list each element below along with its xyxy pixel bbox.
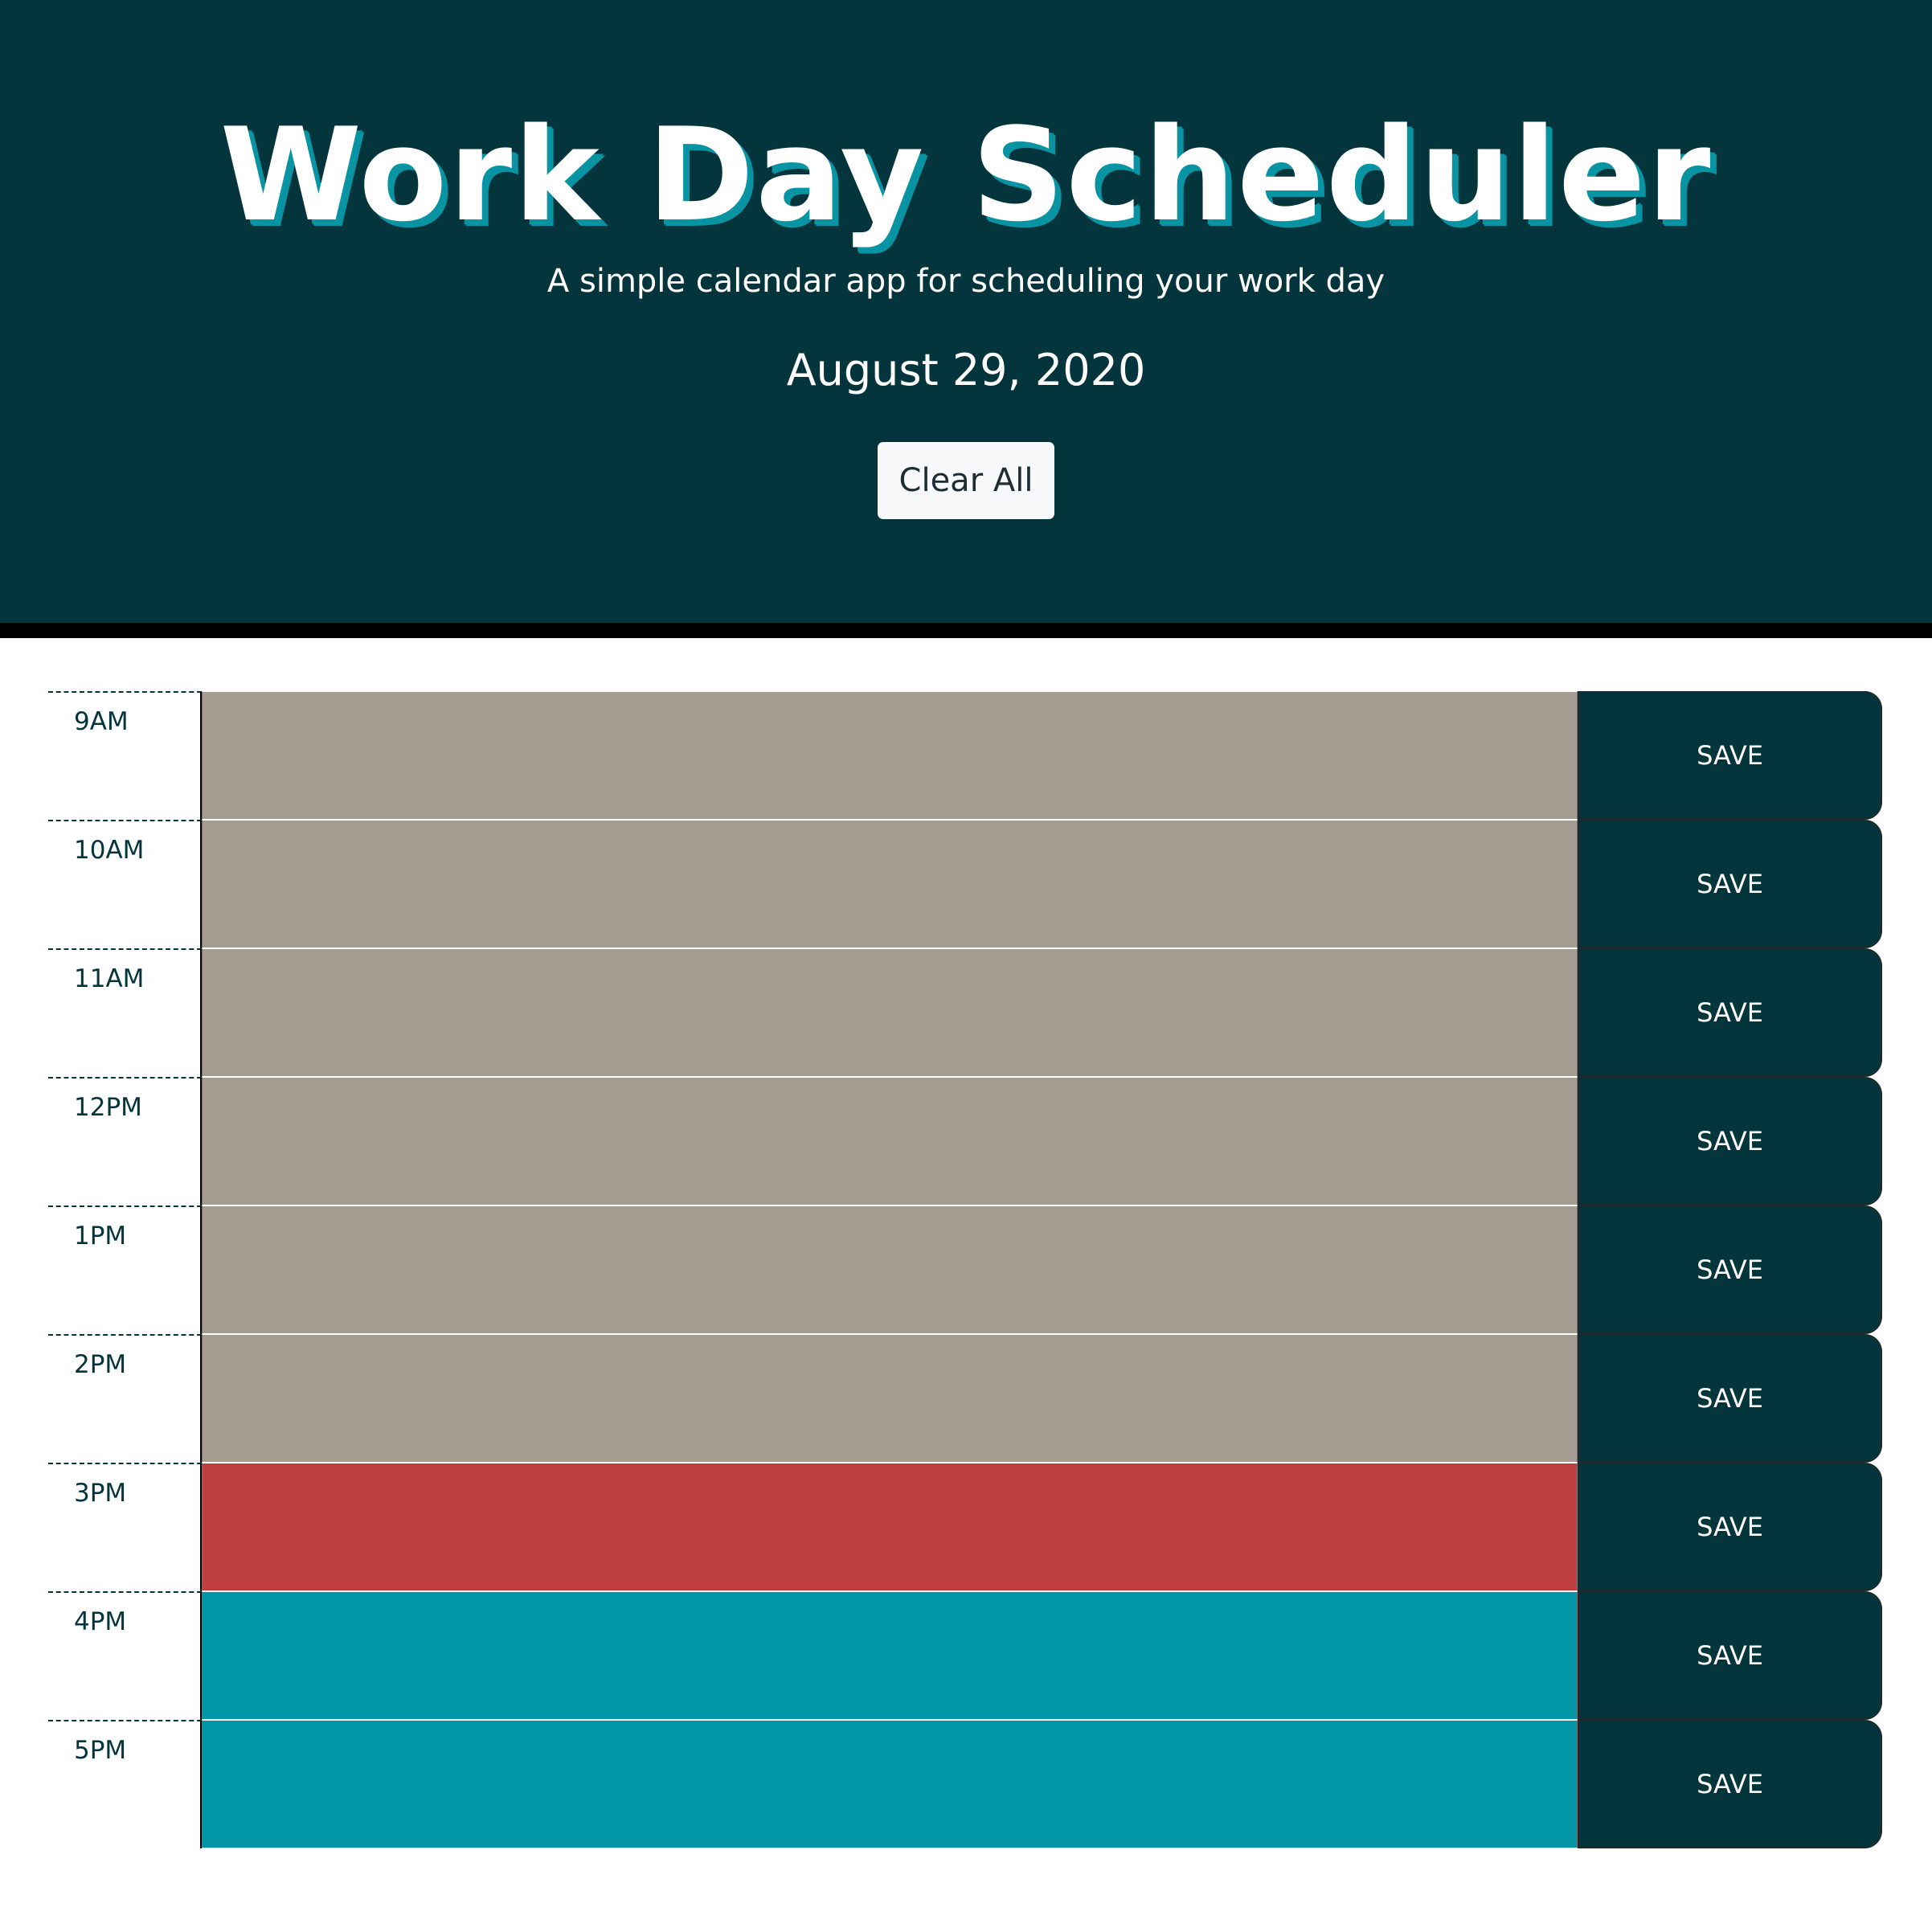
hour-label: 1PM	[48, 1205, 202, 1334]
time-block-row: 11AM SAVE	[48, 948, 1882, 1077]
header: Work Day Scheduler A simple calendar app…	[0, 0, 1932, 623]
clear-all-button[interactable]: Clear All	[878, 442, 1054, 519]
save-button[interactable]: SAVE	[1578, 820, 1882, 948]
hour-label: 3PM	[48, 1463, 202, 1591]
event-textarea[interactable]	[202, 1591, 1578, 1720]
event-textarea[interactable]	[202, 1720, 1578, 1848]
event-textarea[interactable]	[202, 948, 1578, 1077]
time-block-row: 4PM SAVE	[48, 1591, 1882, 1720]
time-block-row: 12PM SAVE	[48, 1077, 1882, 1205]
time-block-row: 10AM SAVE	[48, 820, 1882, 948]
time-block-row: 3PM SAVE	[48, 1463, 1882, 1591]
save-button[interactable]: SAVE	[1578, 948, 1882, 1077]
hour-label: 5PM	[48, 1720, 202, 1848]
save-button[interactable]: SAVE	[1578, 1077, 1882, 1205]
save-button[interactable]: SAVE	[1578, 1334, 1882, 1463]
save-button[interactable]: SAVE	[1578, 1720, 1882, 1848]
time-block-row: 1PM SAVE	[48, 1205, 1882, 1334]
hour-label: 10AM	[48, 820, 202, 948]
save-button[interactable]: SAVE	[1578, 1463, 1882, 1591]
hour-label: 12PM	[48, 1077, 202, 1205]
event-textarea[interactable]	[202, 691, 1578, 820]
page-title: Work Day Scheduler	[219, 100, 1713, 250]
save-button[interactable]: SAVE	[1578, 691, 1882, 820]
time-block-row: 9AM SAVE	[48, 691, 1882, 820]
hour-label: 9AM	[48, 691, 202, 820]
event-textarea[interactable]	[202, 1205, 1578, 1334]
event-textarea[interactable]	[202, 1334, 1578, 1463]
time-block-row: 5PM SAVE	[48, 1720, 1882, 1848]
save-button[interactable]: SAVE	[1578, 1591, 1882, 1720]
schedule: 9AM SAVE 10AM SAVE 11AM SAVE 12PM SAVE 1…	[48, 691, 1882, 1848]
hour-label: 2PM	[48, 1334, 202, 1463]
header-divider	[0, 623, 1932, 638]
page-subtitle: A simple calendar app for scheduling you…	[546, 263, 1386, 300]
event-textarea[interactable]	[202, 1077, 1578, 1205]
time-block-row: 2PM SAVE	[48, 1334, 1882, 1463]
hour-label: 4PM	[48, 1591, 202, 1720]
event-textarea[interactable]	[202, 1463, 1578, 1591]
hour-label: 11AM	[48, 948, 202, 1077]
event-textarea[interactable]	[202, 820, 1578, 948]
current-date: August 29, 2020	[786, 345, 1146, 395]
save-button[interactable]: SAVE	[1578, 1205, 1882, 1334]
